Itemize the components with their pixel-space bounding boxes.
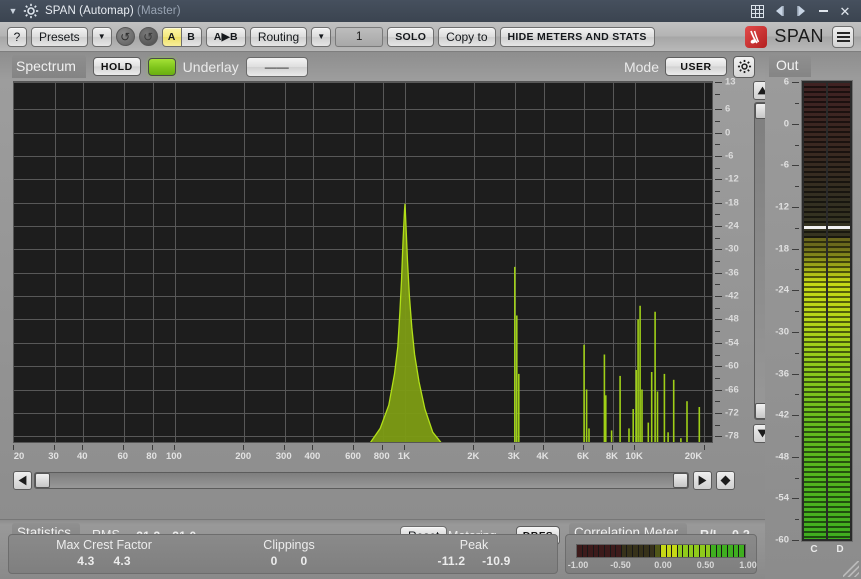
max-crest-factor-group: Max Crest Factor 4.3 4.3 [56, 538, 152, 570]
meter-segment-lines [804, 83, 826, 539]
resize-grip[interactable] [843, 561, 859, 577]
spectrum-graph-area: 13 6 0 -6 -12 -18 -24 -30 -36 -42 -48 -54 -60 -66 -72-… [13, 77, 772, 519]
brand: SPAN [745, 25, 824, 48]
horizontal-scroll-thumb-left[interactable] [35, 473, 50, 488]
scroll-right-icon[interactable] [693, 471, 712, 490]
previous-preset-icon[interactable] [769, 2, 789, 20]
gear-icon[interactable] [733, 55, 755, 78]
window-title-suffix: (Master) [137, 5, 181, 17]
output-meter-channel-d [828, 83, 850, 539]
output-meter-channel-c [804, 83, 826, 539]
channel-label-c: C [810, 544, 818, 555]
peak-label: Peak [459, 538, 489, 552]
reset-view-diamond-icon[interactable] [716, 471, 735, 490]
scroll-left-icon[interactable] [13, 471, 32, 490]
spectrum-header: Spectrum HOLD Underlay —— Mode USER [0, 52, 765, 81]
presets-button[interactable]: Presets [31, 26, 88, 47]
window-titlebar: ▼ SPAN (Automap) (Master) ✕ [0, 0, 861, 22]
spectrum-peak-lines [513, 266, 701, 442]
copy-to-button[interactable]: Copy to [438, 26, 496, 47]
output-meter-body[interactable] [801, 80, 853, 542]
underlay-select[interactable]: —— [245, 56, 308, 77]
clippings-group: Clippings 0 0 [263, 538, 314, 570]
grid-icon[interactable] [747, 2, 767, 20]
routing-button[interactable]: Routing [249, 26, 308, 47]
output-meter-scale: 6 0 -6 -12 -18 -24 -30 -36 -42 -48 -54 -60 [765, 77, 801, 560]
correlation-panel: -1.00 -0.50 0.00 0.50 1.00 [565, 534, 757, 574]
undo-icon[interactable]: ↺ [115, 27, 135, 46]
redo-icon[interactable]: ↺ [138, 27, 158, 46]
peak-left: -11.2 [437, 554, 466, 568]
led-indicator[interactable] [147, 57, 176, 76]
peak-group: Peak -11.2 -10.9 [438, 538, 511, 570]
output-channel-labels: C D [801, 544, 853, 558]
preset-a-button[interactable]: A [161, 26, 182, 47]
clippings-values: 0 0 [263, 552, 314, 570]
minimize-icon[interactable] [813, 2, 833, 20]
window-title-main: SPAN (Automap) [45, 5, 134, 17]
mode-label: Mode [623, 58, 659, 75]
grid-vertical-lines [55, 82, 705, 442]
preset-b-button[interactable]: B [181, 26, 202, 47]
output-meter-section: Out 6 0 -6 -12 -18 -24 -30 -36 -42 -48 -54 -60 C D [765, 52, 861, 579]
db-axis: 13 6 0 -6 -12 -18 -24 -30 -36 -42 -48 -54 -60 -66 -72-… [715, 77, 753, 445]
clippings-right: 0 [300, 554, 308, 568]
hold-button[interactable]: HOLD [92, 57, 141, 76]
spectrum-tab[interactable]: Spectrum [12, 55, 86, 78]
horizontal-scroll-thumb-right[interactable] [673, 473, 688, 488]
caret-down-icon[interactable]: ▼ [6, 4, 20, 18]
solo-button[interactable]: SOLO [387, 26, 435, 47]
spectrum-curve-line [369, 203, 442, 442]
meter-peak-hold [828, 225, 850, 229]
next-preset-icon[interactable] [791, 2, 811, 20]
underlay-label: Underlay [182, 58, 239, 75]
span-plugin-window: ▼ SPAN (Automap) (Master) ✕ ? Presets ▼ … [0, 0, 861, 579]
max-crest-factor-values: 4.3 4.3 [56, 552, 152, 570]
hide-meters-and-stats-button[interactable]: HIDE METERS AND STATS [499, 26, 655, 47]
clippings-label: Clippings [263, 538, 315, 552]
grid-horizontal-lines [14, 82, 712, 437]
instance-number-field[interactable]: 1 [335, 26, 384, 47]
spectrum-section: Spectrum HOLD Underlay —— Mode USER 13 6… [0, 52, 772, 519]
presets-dropdown-caret-icon[interactable]: ▼ [91, 26, 112, 47]
meter-peak-hold [804, 225, 826, 229]
peak-right: -10.9 [482, 554, 511, 568]
ab-preset-group: A B [161, 26, 202, 47]
max-crest-factor-label: Max Crest Factor [56, 538, 152, 552]
frequency-axis: 20 30 40 60 80 100 200 300 400 600 800 1K 2K 3K 4K 6K 8K… [13, 445, 713, 467]
horizontal-zoom-scrollbar[interactable] [13, 471, 753, 491]
routing-dropdown-caret-icon[interactable]: ▼ [311, 26, 332, 47]
meter-segment-lines [828, 83, 850, 539]
plugin-body: ? Presets ▼ ↺ ↺ A B A▶B Routing ▼ 1 SOLO… [0, 22, 861, 579]
gear-icon[interactable] [23, 3, 39, 19]
spectrum-curve-fill [370, 203, 441, 442]
horizontal-scroll-trough[interactable] [34, 472, 689, 489]
correlation-bar [576, 544, 746, 558]
statistics-panel: Max Crest Factor 4.3 4.3 Clippings 0 0 P… [8, 534, 558, 574]
window-title: SPAN (Automap) (Master) [45, 5, 181, 17]
mode-select[interactable]: USER [665, 57, 727, 76]
max-crest-right: 4.3 [113, 554, 131, 568]
peak-values: -11.2 -10.9 [438, 552, 511, 570]
correlation-scale: -1.00 -0.50 0.00 0.50 1.00 [567, 560, 757, 570]
out-tab[interactable]: Out [769, 54, 811, 77]
statistics-section: Statistics RMS -21.2 -21.0 Reset Meterin… [0, 519, 765, 579]
spectrum-plot-svg [14, 82, 712, 442]
hamburger-menu-icon[interactable] [832, 25, 854, 48]
spectrum-header-right: Mode USER [623, 55, 765, 78]
spectrum-plot[interactable] [13, 81, 713, 443]
close-icon[interactable]: ✕ [835, 2, 855, 20]
plugin-toolbar: ? Presets ▼ ↺ ↺ A B A▶B Routing ▼ 1 SOLO… [0, 22, 861, 52]
copy-a-to-b-button[interactable]: A▶B [205, 26, 246, 47]
brand-name: SPAN [774, 26, 824, 46]
max-crest-left: 4.3 [77, 554, 95, 568]
clippings-left: 0 [270, 554, 278, 568]
channel-label-d: D [836, 544, 844, 555]
help-button[interactable]: ? [7, 26, 27, 47]
voxengo-logo-icon [745, 25, 768, 48]
